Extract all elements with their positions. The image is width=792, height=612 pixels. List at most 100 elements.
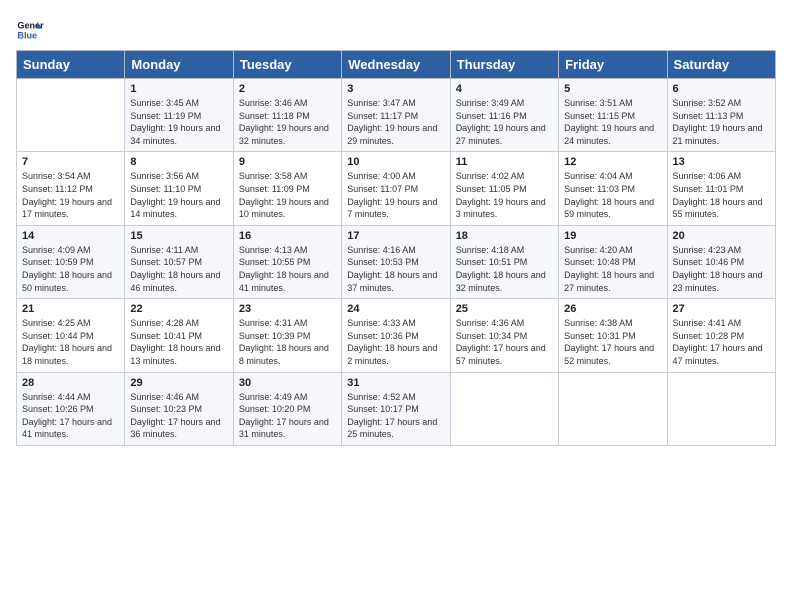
day-number: 26 bbox=[564, 303, 661, 315]
day-number: 5 bbox=[564, 83, 661, 95]
header-sunday: Sunday bbox=[17, 51, 125, 79]
cell-details: Sunrise: 4:36 AMSunset: 10:34 PMDaylight… bbox=[456, 317, 553, 367]
calendar-header-row: SundayMondayTuesdayWednesdayThursdayFrid… bbox=[17, 51, 776, 79]
calendar-table: SundayMondayTuesdayWednesdayThursdayFrid… bbox=[16, 50, 776, 446]
day-number: 16 bbox=[239, 230, 336, 242]
cell-details: Sunrise: 4:00 AMSunset: 11:07 PMDaylight… bbox=[347, 170, 444, 220]
cell-details: Sunrise: 3:47 AMSunset: 11:17 PMDaylight… bbox=[347, 97, 444, 147]
cell-details: Sunrise: 4:04 AMSunset: 11:03 PMDaylight… bbox=[564, 170, 661, 220]
calendar-cell: 3 Sunrise: 3:47 AMSunset: 11:17 PMDayligh… bbox=[342, 79, 450, 152]
cell-details: Sunrise: 4:13 AMSunset: 10:55 PMDaylight… bbox=[239, 244, 336, 294]
cell-details: Sunrise: 4:11 AMSunset: 10:57 PMDaylight… bbox=[130, 244, 227, 294]
calendar-cell: 12 Sunrise: 4:04 AMSunset: 11:03 PMDaylig… bbox=[559, 152, 667, 225]
calendar-cell: 16 Sunrise: 4:13 AMSunset: 10:55 PMDaylig… bbox=[233, 225, 341, 298]
day-number: 24 bbox=[347, 303, 444, 315]
calendar-cell: 23 Sunrise: 4:31 AMSunset: 10:39 PMDaylig… bbox=[233, 299, 341, 372]
header-thursday: Thursday bbox=[450, 51, 558, 79]
day-number: 4 bbox=[456, 83, 553, 95]
calendar-cell: 25 Sunrise: 4:36 AMSunset: 10:34 PMDaylig… bbox=[450, 299, 558, 372]
day-number: 14 bbox=[22, 230, 119, 242]
calendar-cell: 2 Sunrise: 3:46 AMSunset: 11:18 PMDayligh… bbox=[233, 79, 341, 152]
header-monday: Monday bbox=[125, 51, 233, 79]
calendar-cell: 26 Sunrise: 4:38 AMSunset: 10:31 PMDaylig… bbox=[559, 299, 667, 372]
header-wednesday: Wednesday bbox=[342, 51, 450, 79]
day-number: 2 bbox=[239, 83, 336, 95]
cell-details: Sunrise: 3:49 AMSunset: 11:16 PMDaylight… bbox=[456, 97, 553, 147]
week-row-1: 1 Sunrise: 3:45 AMSunset: 11:19 PMDayligh… bbox=[17, 79, 776, 152]
calendar-cell: 9 Sunrise: 3:58 AMSunset: 11:09 PMDayligh… bbox=[233, 152, 341, 225]
calendar-cell: 20 Sunrise: 4:23 AMSunset: 10:46 PMDaylig… bbox=[667, 225, 775, 298]
calendar-cell bbox=[17, 79, 125, 152]
cell-details: Sunrise: 3:58 AMSunset: 11:09 PMDaylight… bbox=[239, 170, 336, 220]
day-number: 21 bbox=[22, 303, 119, 315]
cell-details: Sunrise: 4:16 AMSunset: 10:53 PMDaylight… bbox=[347, 244, 444, 294]
logo: General Blue bbox=[16, 16, 48, 44]
week-row-3: 14Sunrise: 4:09 AMSunset: 10:59 PMDaylig… bbox=[17, 225, 776, 298]
day-number: 18 bbox=[456, 230, 553, 242]
day-number: 30 bbox=[239, 377, 336, 389]
calendar-cell: 30Sunrise: 4:49 AMSunset: 10:20 PMDaylig… bbox=[233, 372, 341, 445]
calendar-cell: 1 Sunrise: 3:45 AMSunset: 11:19 PMDayligh… bbox=[125, 79, 233, 152]
day-number: 15 bbox=[130, 230, 227, 242]
week-row-5: 28 Sunrise: 4:44 AMSunset: 10:26 PMDaylig… bbox=[17, 372, 776, 445]
day-number: 6 bbox=[673, 83, 770, 95]
day-number: 9 bbox=[239, 156, 336, 168]
day-number: 27 bbox=[673, 303, 770, 315]
calendar-cell: 17 Sunrise: 4:16 AMSunset: 10:53 PMDaylig… bbox=[342, 225, 450, 298]
day-number: 19 bbox=[564, 230, 661, 242]
cell-details: Sunrise: 4:02 AMSunset: 11:05 PMDaylight… bbox=[456, 170, 553, 220]
day-number: 3 bbox=[347, 83, 444, 95]
calendar-cell: 8 Sunrise: 3:56 AMSunset: 11:10 PMDayligh… bbox=[125, 152, 233, 225]
cell-details: Sunrise: 3:51 AMSunset: 11:15 PMDaylight… bbox=[564, 97, 661, 147]
cell-details: Sunrise: 4:20 AMSunset: 10:48 PMDaylight… bbox=[564, 244, 661, 294]
day-number: 22 bbox=[130, 303, 227, 315]
day-number: 12 bbox=[564, 156, 661, 168]
calendar-cell: 14Sunrise: 4:09 AMSunset: 10:59 PMDaylig… bbox=[17, 225, 125, 298]
day-number: 10 bbox=[347, 156, 444, 168]
week-row-4: 21 Sunrise: 4:25 AMSunset: 10:44 PMDaylig… bbox=[17, 299, 776, 372]
calendar-cell: 21 Sunrise: 4:25 AMSunset: 10:44 PMDaylig… bbox=[17, 299, 125, 372]
cell-details: Sunrise: 3:52 AMSunset: 11:13 PMDaylight… bbox=[673, 97, 770, 147]
calendar-cell: 24 Sunrise: 4:33 AMSunset: 10:36 PMDaylig… bbox=[342, 299, 450, 372]
calendar-cell: 19 Sunrise: 4:20 AMSunset: 10:48 PMDaylig… bbox=[559, 225, 667, 298]
cell-details: Sunrise: 4:46 AMSunset: 10:23 PMDaylight… bbox=[130, 391, 227, 441]
header-saturday: Saturday bbox=[667, 51, 775, 79]
svg-text:Blue: Blue bbox=[17, 30, 37, 40]
header: General Blue bbox=[16, 16, 776, 44]
cell-details: Sunrise: 4:28 AMSunset: 10:41 PMDaylight… bbox=[130, 317, 227, 367]
cell-details: Sunrise: 4:23 AMSunset: 10:46 PMDaylight… bbox=[673, 244, 770, 294]
day-number: 31 bbox=[347, 377, 444, 389]
cell-details: Sunrise: 4:06 AMSunset: 11:01 PMDaylight… bbox=[673, 170, 770, 220]
logo-icon: General Blue bbox=[16, 16, 44, 44]
day-number: 29 bbox=[130, 377, 227, 389]
cell-details: Sunrise: 3:46 AMSunset: 11:18 PMDaylight… bbox=[239, 97, 336, 147]
calendar-cell bbox=[559, 372, 667, 445]
calendar-cell: 13 Sunrise: 4:06 AMSunset: 11:01 PMDaylig… bbox=[667, 152, 775, 225]
calendar-cell: 28 Sunrise: 4:44 AMSunset: 10:26 PMDaylig… bbox=[17, 372, 125, 445]
cell-details: Sunrise: 4:44 AMSunset: 10:26 PMDaylight… bbox=[22, 391, 119, 441]
calendar-cell: 6 Sunrise: 3:52 AMSunset: 11:13 PMDayligh… bbox=[667, 79, 775, 152]
calendar-cell: 4 Sunrise: 3:49 AMSunset: 11:16 PMDayligh… bbox=[450, 79, 558, 152]
cell-details: Sunrise: 4:31 AMSunset: 10:39 PMDaylight… bbox=[239, 317, 336, 367]
cell-details: Sunrise: 4:33 AMSunset: 10:36 PMDaylight… bbox=[347, 317, 444, 367]
cell-details: Sunrise: 4:25 AMSunset: 10:44 PMDaylight… bbox=[22, 317, 119, 367]
calendar-cell: 10 Sunrise: 4:00 AMSunset: 11:07 PMDaylig… bbox=[342, 152, 450, 225]
day-number: 17 bbox=[347, 230, 444, 242]
day-number: 1 bbox=[130, 83, 227, 95]
calendar-cell: 11Sunrise: 4:02 AMSunset: 11:05 PMDaylig… bbox=[450, 152, 558, 225]
header-friday: Friday bbox=[559, 51, 667, 79]
cell-details: Sunrise: 4:38 AMSunset: 10:31 PMDaylight… bbox=[564, 317, 661, 367]
week-row-2: 7Sunrise: 3:54 AMSunset: 11:12 PMDayligh… bbox=[17, 152, 776, 225]
day-number: 28 bbox=[22, 377, 119, 389]
cell-details: Sunrise: 4:41 AMSunset: 10:28 PMDaylight… bbox=[673, 317, 770, 367]
day-number: 13 bbox=[673, 156, 770, 168]
calendar-cell: 18Sunrise: 4:18 AMSunset: 10:51 PMDaylig… bbox=[450, 225, 558, 298]
day-number: 8 bbox=[130, 156, 227, 168]
calendar-cell: 22 Sunrise: 4:28 AMSunset: 10:41 PMDaylig… bbox=[125, 299, 233, 372]
cell-details: Sunrise: 3:54 AMSunset: 11:12 PMDaylight… bbox=[22, 170, 119, 220]
cell-details: Sunrise: 3:45 AMSunset: 11:19 PMDaylight… bbox=[130, 97, 227, 147]
day-number: 25 bbox=[456, 303, 553, 315]
cell-details: Sunrise: 3:56 AMSunset: 11:10 PMDaylight… bbox=[130, 170, 227, 220]
day-number: 20 bbox=[673, 230, 770, 242]
day-number: 23 bbox=[239, 303, 336, 315]
